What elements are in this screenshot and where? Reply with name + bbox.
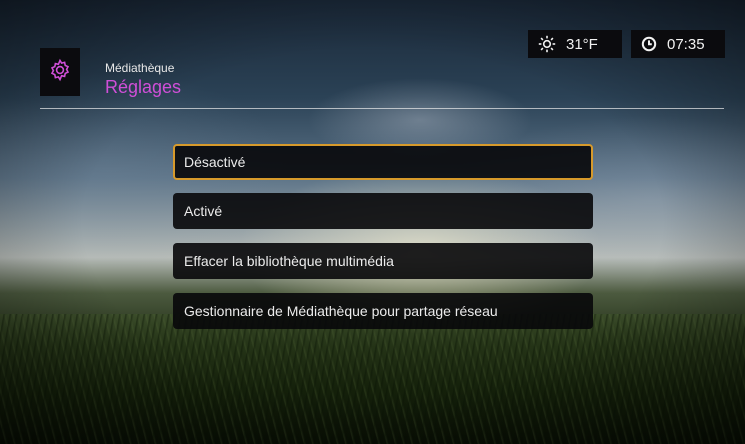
clock-icon [641,36,657,52]
menu-item-disabled[interactable]: Désactivé [173,144,593,180]
menu-item-network-share-manager[interactable]: Gestionnaire de Médiathèque pour partage… [173,293,593,329]
page-title: Réglages [105,77,182,97]
breadcrumb-parent: Médiathèque [105,61,175,75]
header-divider [40,108,724,109]
sun-icon [538,35,556,53]
temperature-value: 31°F [566,35,598,53]
menu-item-enabled[interactable]: Activé [173,193,593,229]
settings-app-tile [40,48,80,96]
clock-status: 07:35 [631,30,725,58]
grass-background [0,314,745,444]
weather-status: 31°F [528,30,622,58]
time-value: 07:35 [667,35,705,53]
gear-icon [48,58,72,87]
settings-screen: Médiathèque Réglages 31°F 07:35 Désactiv… [0,0,745,444]
menu-item-clear-library[interactable]: Effacer la bibliothèque multimédia [173,243,593,279]
